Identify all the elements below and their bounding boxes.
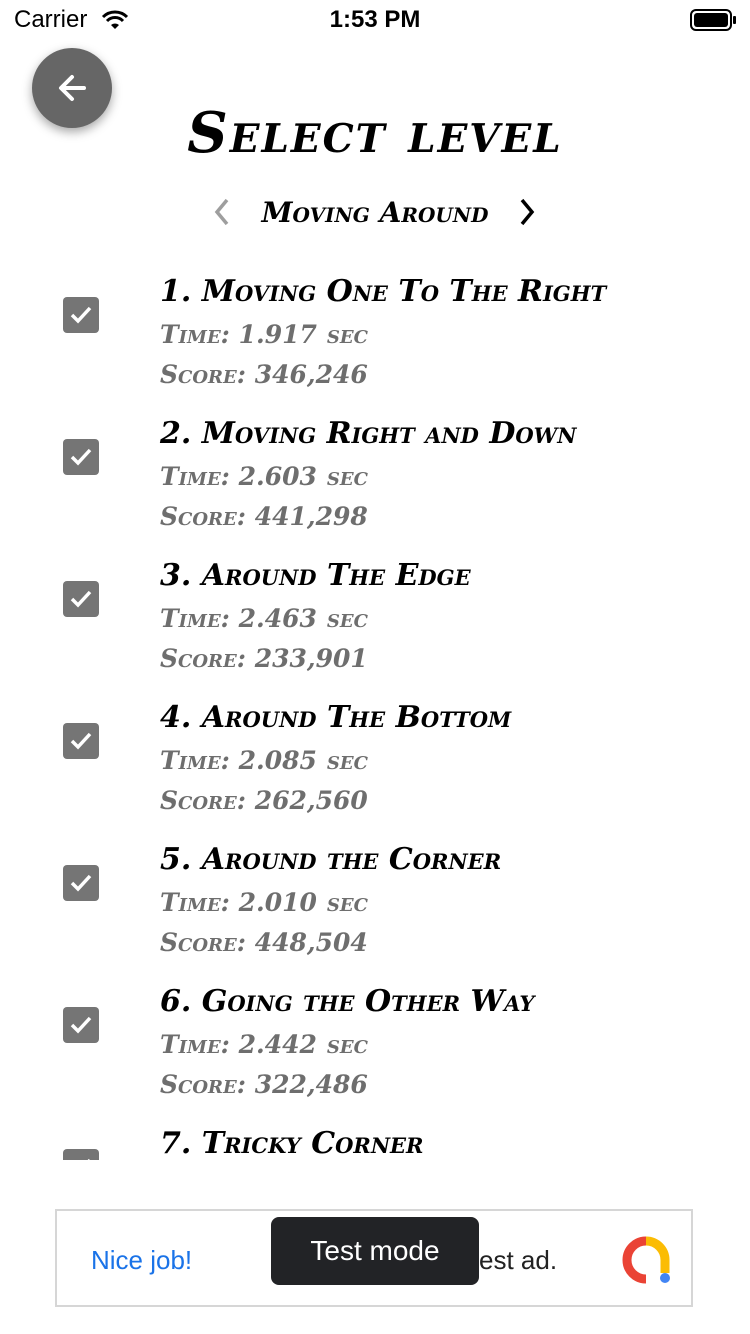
level-time: Time: 2.442 sec <box>160 1030 368 1059</box>
level-title: 2. Moving Right and Down <box>160 416 577 451</box>
level-item[interactable]: 3. Around The Edge Time: 2.463 sec Score:… <box>0 554 750 696</box>
completed-checkbox[interactable] <box>63 1007 99 1043</box>
level-time: Time: 2.463 sec <box>160 604 368 633</box>
battery-icon <box>690 9 736 31</box>
level-item[interactable]: 4. Around The Bottom Time: 2.085 sec Scor… <box>0 696 750 838</box>
level-time: Time: 2.603 sec <box>160 462 368 491</box>
level-title: 1. Moving One To The Right <box>160 274 607 309</box>
checkmark-icon <box>70 874 92 892</box>
completed-checkbox[interactable] <box>63 1149 99 1160</box>
level-score: Score: 441,298 <box>160 502 368 531</box>
status-bar: Carrier 1:53 PM <box>0 0 750 40</box>
category-title: Moving Around <box>261 196 489 229</box>
checkmark-icon <box>70 590 92 608</box>
ad-label[interactable]: Nice job! <box>91 1245 192 1276</box>
completed-checkbox[interactable] <box>63 723 99 759</box>
checkmark-icon <box>70 732 92 750</box>
level-title: 7. Tricky Corner <box>160 1126 424 1160</box>
admob-logo-icon <box>622 1236 670 1284</box>
level-item[interactable]: 5. Around the Corner Time: 2.010 sec Scor… <box>0 838 750 980</box>
level-title: 6. Going the Other Way <box>160 984 535 1019</box>
completed-checkbox[interactable] <box>63 297 99 333</box>
level-title: 5. Around the Corner <box>160 842 502 877</box>
level-score: Score: 233,901 <box>160 644 368 673</box>
checkmark-icon <box>70 306 92 324</box>
level-score: Score: 346,246 <box>160 360 368 389</box>
checkmark-icon <box>70 448 92 466</box>
checkmark-icon <box>87 1158 90 1160</box>
level-item[interactable]: 1. Moving One To The Right Time: 1.917 se… <box>0 270 750 412</box>
checkmark-icon <box>70 1016 92 1034</box>
test-mode-toast: Test mode <box>271 1217 479 1285</box>
level-title: 3. Around The Edge <box>160 558 471 593</box>
completed-checkbox[interactable] <box>63 865 99 901</box>
chevron-right-icon[interactable] <box>510 192 546 232</box>
level-item[interactable]: 6. Going the Other Way Time: 2.442 sec Sc… <box>0 980 750 1122</box>
chevron-left-icon[interactable] <box>205 192 241 232</box>
level-item[interactable]: 7. Tricky Corner <box>0 1122 750 1160</box>
level-score: Score: 448,504 <box>160 928 368 957</box>
level-item[interactable]: 2. Moving Right and Down Time: 2.603 sec … <box>0 412 750 554</box>
level-time: Time: 1.917 sec <box>160 320 368 349</box>
level-list: 1. Moving One To The Right Time: 1.917 se… <box>0 270 750 1160</box>
level-title: 4. Around The Bottom <box>160 700 512 735</box>
ad-text: est ad. <box>479 1245 558 1275</box>
page-title: Select level <box>187 100 563 166</box>
status-time: 1:53 PM <box>329 6 421 33</box>
completed-checkbox[interactable] <box>63 439 99 475</box>
completed-checkbox[interactable] <box>63 581 99 617</box>
level-score: Score: 262,560 <box>160 786 368 815</box>
level-time: Time: 2.010 sec <box>160 888 368 917</box>
level-time: Time: 2.085 sec <box>160 746 368 775</box>
level-score: Score: 322,486 <box>160 1070 368 1099</box>
